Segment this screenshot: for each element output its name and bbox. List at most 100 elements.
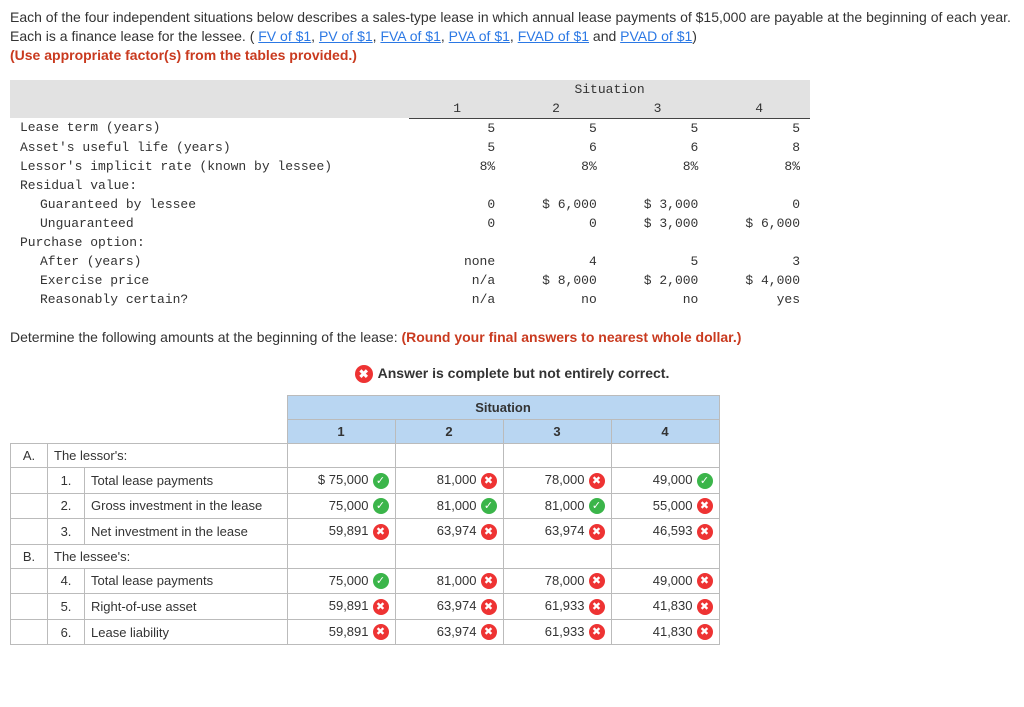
answer-cell: 78,000✖: [503, 568, 611, 594]
answer-cell: 59,891✖: [287, 519, 395, 545]
intro-red: (Use appropriate factor(s) from the tabl…: [10, 47, 357, 63]
answer-cell: 55,000✖: [611, 493, 719, 519]
answer-cell: 41,830✖: [611, 619, 719, 645]
link-pvad[interactable]: PVAD of $1: [620, 28, 692, 44]
check-icon: ✓: [589, 498, 605, 514]
x-icon: ✖: [373, 599, 389, 615]
answer-cell: 61,933✖: [503, 594, 611, 620]
situation-cell: $ 6,000: [708, 214, 810, 233]
situation-cell: 8%: [708, 157, 810, 176]
row-label: Net investment in the lease: [85, 519, 288, 545]
situation-cell: 0: [708, 195, 810, 214]
situation-cell: 0: [409, 195, 505, 214]
situation-cell: 5: [409, 118, 505, 138]
situation-cell: [708, 176, 810, 195]
situation-cell: n/a: [409, 290, 505, 309]
row-num: 4.: [48, 568, 85, 594]
answer-cell: 78,000✖: [503, 467, 611, 493]
row-num: 1.: [48, 467, 85, 493]
situation-cell: [708, 233, 810, 252]
x-icon: ✖: [589, 473, 605, 489]
situation-cell: n/a: [409, 271, 505, 290]
situation-cell: 5: [708, 118, 810, 138]
row-num: 3.: [48, 519, 85, 545]
x-icon: ✖: [589, 599, 605, 615]
situation-cell: 0: [409, 214, 505, 233]
situation-row-label: Unguaranteed: [10, 214, 409, 233]
link-fv[interactable]: FV of $1: [258, 28, 311, 44]
situation-row-label: Lessor's implicit rate (known by lessee): [10, 157, 409, 176]
situation-cell: 5: [607, 252, 709, 271]
answer-cell: 81,000✓: [395, 493, 503, 519]
situation-cell: 6: [505, 138, 607, 157]
situation-cell: 8%: [409, 157, 505, 176]
answer-cell: 59,891✖: [287, 619, 395, 645]
situation-cell: 6: [607, 138, 709, 157]
answer-cell: 41,830✖: [611, 594, 719, 620]
row-num: 2.: [48, 493, 85, 519]
situation-cell: [505, 233, 607, 252]
situation-cell: [607, 233, 709, 252]
situation-cell: $ 6,000: [505, 195, 607, 214]
x-icon: ✖: [697, 524, 713, 540]
answer-banner: ✖Answer is complete but not entirely cor…: [10, 365, 1014, 383]
answer-cell: 81,000✖: [395, 467, 503, 493]
x-icon: ✖: [373, 624, 389, 640]
answer-table: Situation 1 2 3 4 A.The lessor's:1.Total…: [10, 395, 720, 645]
row-label: Right-of-use asset: [85, 594, 288, 620]
link-fva[interactable]: FVA of $1: [380, 28, 440, 44]
situation-cell: 3: [708, 252, 810, 271]
situation-cell: 8%: [607, 157, 709, 176]
answer-cell: 63,974✖: [395, 594, 503, 620]
situation-cell: $ 2,000: [607, 271, 709, 290]
x-icon: ✖: [589, 624, 605, 640]
intro-text-a: Each of the four independent situations …: [10, 9, 1011, 44]
situation-cell: 5: [409, 138, 505, 157]
check-icon: ✓: [481, 498, 497, 514]
x-icon: ✖: [481, 599, 497, 615]
link-fvad[interactable]: FVAD of $1: [518, 28, 589, 44]
situation-cell: $ 3,000: [607, 214, 709, 233]
situation-cell: 5: [505, 118, 607, 138]
x-icon: ✖: [589, 573, 605, 589]
check-icon: ✓: [373, 498, 389, 514]
x-icon: ✖: [697, 599, 713, 615]
situation-row-label: Residual value:: [10, 176, 409, 195]
row-label: Gross investment in the lease: [85, 493, 288, 519]
situation-row-label: Reasonably certain?: [10, 290, 409, 309]
x-icon: ✖: [697, 498, 713, 514]
intro-paragraph: Each of the four independent situations …: [10, 8, 1014, 65]
situation-row-label: After (years): [10, 252, 409, 271]
situation-cell: $ 4,000: [708, 271, 810, 290]
situation-cell: [409, 233, 505, 252]
situation-table: Situation 1 2 3 4 Lease term (years)5555…: [10, 80, 810, 309]
answer-cell: 63,974✖: [395, 619, 503, 645]
situation-cell: [409, 176, 505, 195]
link-pv[interactable]: PV of $1: [319, 28, 373, 44]
section-title: The lessee's:: [48, 544, 288, 568]
check-icon: ✓: [373, 473, 389, 489]
answer-cell: 59,891✖: [287, 594, 395, 620]
situation-row-label: Purchase option:: [10, 233, 409, 252]
answer-cell: 75,000✓: [287, 493, 395, 519]
answer-cell: 63,974✖: [503, 519, 611, 545]
answer-cell: 49,000✓: [611, 467, 719, 493]
check-icon: ✓: [697, 473, 713, 489]
x-icon: ✖: [373, 524, 389, 540]
answer-cell: 63,974✖: [395, 519, 503, 545]
situation-row-label: Asset's useful life (years): [10, 138, 409, 157]
situation-cell: 8: [708, 138, 810, 157]
situation-cell: $ 8,000: [505, 271, 607, 290]
row-label: Total lease payments: [85, 568, 288, 594]
situation-cell: none: [409, 252, 505, 271]
section-letter: A.: [11, 443, 48, 467]
situation-cell: no: [607, 290, 709, 309]
situation-cell: $ 3,000: [607, 195, 709, 214]
situation-cell: 5: [607, 118, 709, 138]
link-pva[interactable]: PVA of $1: [449, 28, 510, 44]
situation-row-label: Exercise price: [10, 271, 409, 290]
x-icon: ✖: [355, 365, 373, 383]
answer-cell: 81,000✓: [503, 493, 611, 519]
situation-row-label: Lease term (years): [10, 118, 409, 138]
row-num: 6.: [48, 619, 85, 645]
